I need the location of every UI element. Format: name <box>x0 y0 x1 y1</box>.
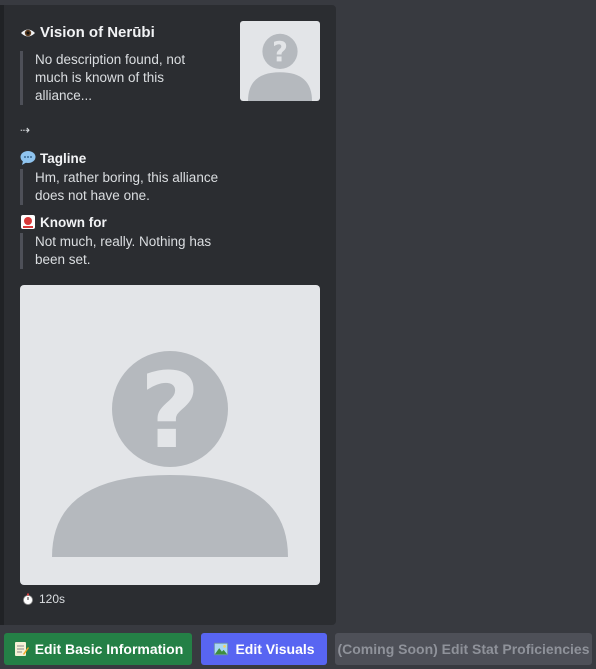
field-value-known-for: Not much, really. Nothing has been set. <box>20 233 220 269</box>
edit-visuals-button[interactable]: Edit Visuals <box>201 633 327 665</box>
embed-thumbnail[interactable]: ? <box>240 21 320 101</box>
field-value-tagline: Hm, rather boring, this alliance does no… <box>20 169 220 205</box>
placeholder-avatar-icon: ? <box>52 350 288 557</box>
edit-basic-information-button[interactable]: Edit Basic Information <box>4 633 192 665</box>
embed-image[interactable]: ? <box>20 285 320 585</box>
edit-stat-proficiencies-button[interactable]: (Coming Soon) Edit Stat Proficiencies <box>335 633 592 665</box>
eye-icon <box>20 25 36 41</box>
separator-arrow: ⇢ <box>20 123 31 137</box>
embed-title-text: Vision of Nerūbi <box>40 24 155 41</box>
footer-text: 120s <box>39 592 66 606</box>
stopwatch-icon <box>22 593 34 605</box>
placeholder-avatar-icon: ? <box>248 33 312 101</box>
red-badge-icon <box>20 214 36 230</box>
memo-icon <box>13 641 29 657</box>
svg-text:?: ? <box>272 37 288 68</box>
field-name-known-for: Known for <box>20 214 107 230</box>
speech-bubble-icon <box>20 150 36 166</box>
field-name-tagline: Tagline <box>20 150 86 166</box>
embed-title: Vision of Nerūbi <box>20 24 155 41</box>
alliance-embed: Vision of Nerūbi No description found, n… <box>0 5 336 625</box>
embed-footer: 120s <box>22 592 65 606</box>
svg-text:?: ? <box>140 350 200 472</box>
picture-icon <box>213 641 229 657</box>
embed-description: No description found, not much is known … <box>20 51 220 105</box>
